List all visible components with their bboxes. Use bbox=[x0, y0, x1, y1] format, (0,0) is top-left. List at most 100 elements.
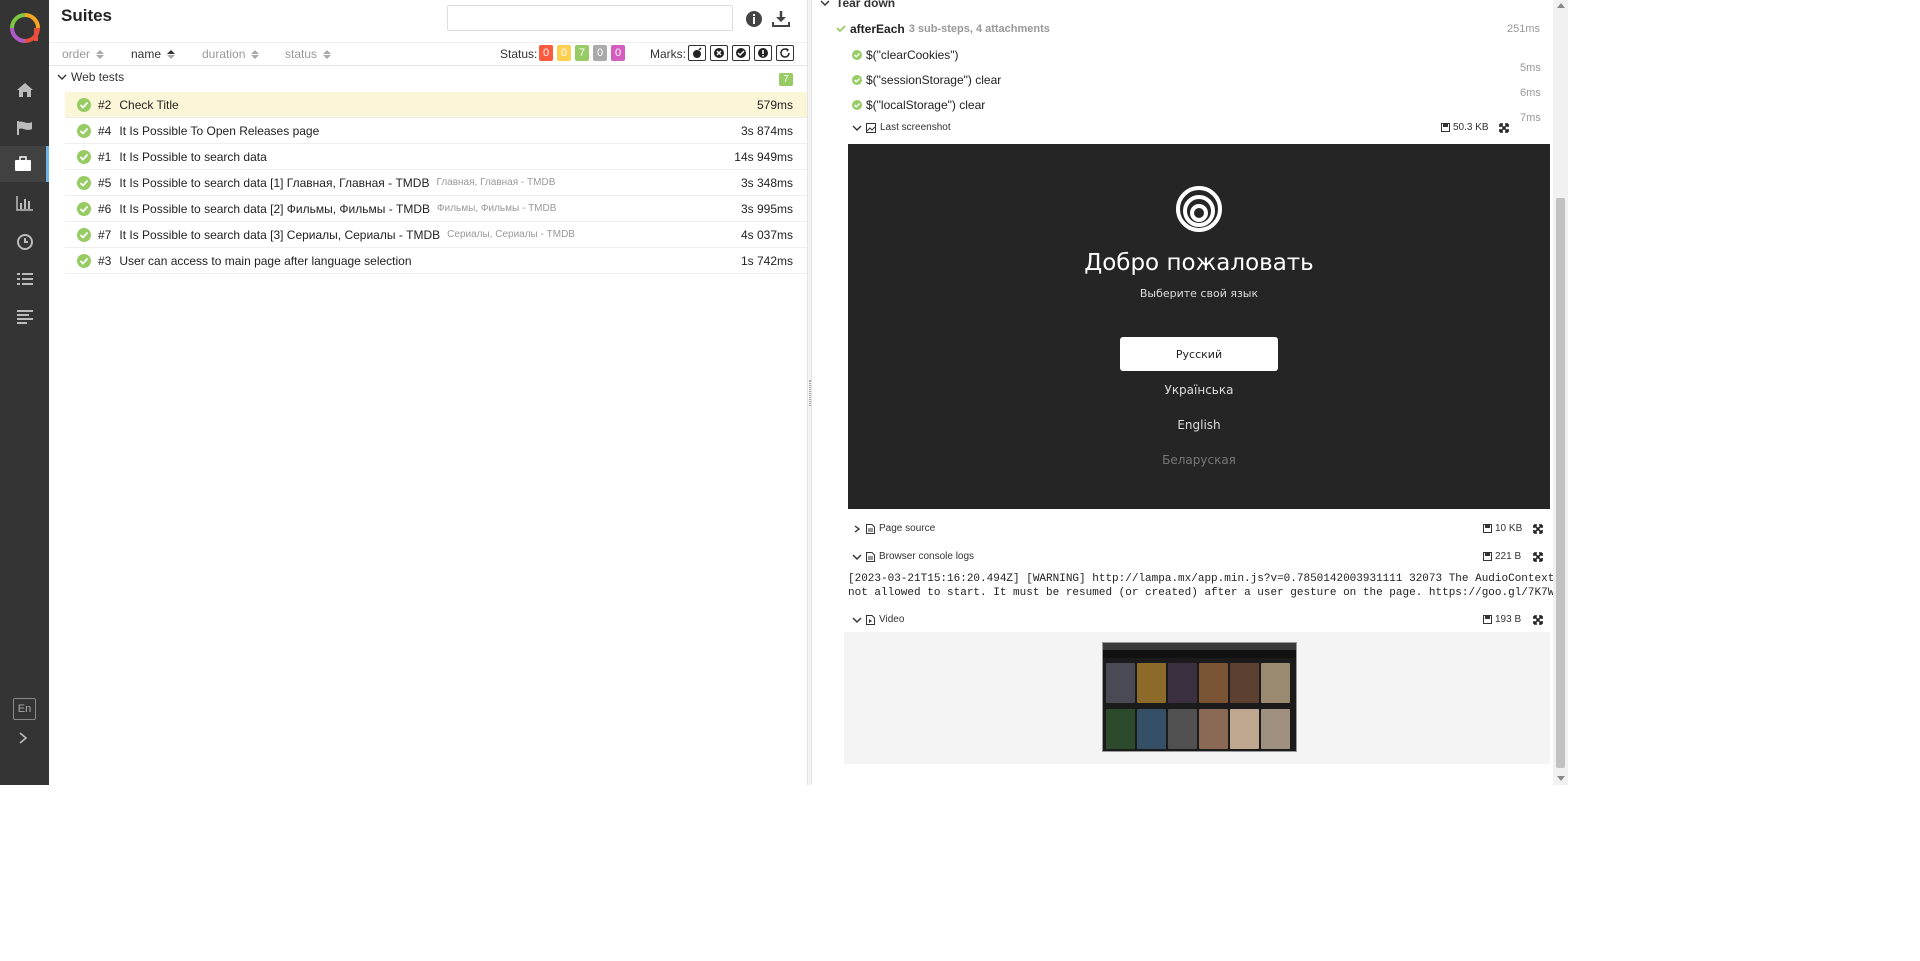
aftereach-step[interactable]: afterEach 3 sub-steps, 4 attachments bbox=[836, 22, 1050, 36]
video-frame-poster bbox=[1230, 709, 1259, 749]
attachment-video-header[interactable]: Video bbox=[852, 614, 904, 625]
test-case-number: #1 bbox=[98, 149, 112, 164]
teardown-section-header[interactable]: Tear down bbox=[820, 0, 895, 10]
test-case-duration: 3s 874ms bbox=[740, 123, 793, 138]
attachment-size: 221 B bbox=[1483, 551, 1521, 562]
teardown-label: Tear down bbox=[836, 0, 896, 10]
allure-logo[interactable] bbox=[10, 13, 40, 43]
test-case-number: #6 bbox=[98, 201, 112, 216]
test-case-row[interactable]: #1 It Is Possible to search data 14s 949ms bbox=[65, 144, 807, 170]
file-icon bbox=[866, 523, 875, 534]
test-case-name: It Is Possible to search data [3] Сериал… bbox=[119, 227, 441, 242]
attachment-size-value: 10 KB bbox=[1495, 523, 1523, 534]
new-failed-icon bbox=[714, 48, 724, 58]
mark-new-broken-toggle[interactable] bbox=[754, 45, 772, 61]
sort-status[interactable]: status bbox=[285, 47, 332, 61]
video-frame-poster bbox=[1261, 663, 1290, 703]
attachment-name: Browser console logs bbox=[879, 551, 975, 562]
console-log-content: [2023-03-21T15:16:20.494Z] [WARNING] htt… bbox=[848, 572, 1553, 600]
nav-graphs[interactable] bbox=[0, 185, 49, 221]
mark-flaky-toggle[interactable] bbox=[688, 45, 706, 61]
suite-group-count: 7 bbox=[779, 73, 793, 86]
test-case-parameters: Фильмы, Фильмы - TMDB bbox=[437, 203, 557, 214]
bar-chart-icon bbox=[15, 196, 33, 211]
save-icon bbox=[1483, 524, 1492, 533]
fullscreen-icon[interactable] bbox=[1533, 615, 1543, 625]
scroll-up-arrow[interactable] bbox=[1557, 3, 1565, 8]
clock-icon bbox=[16, 234, 33, 250]
step-session-storage[interactable]: $("sessionStorage") clear bbox=[852, 73, 1001, 87]
scrollbar-thumb[interactable] bbox=[1556, 198, 1565, 768]
info-icon[interactable] bbox=[745, 10, 763, 28]
video-frame-app-header bbox=[1103, 650, 1296, 658]
expand-sidebar-button[interactable] bbox=[13, 728, 33, 748]
attachment-name: Last screenshot bbox=[880, 122, 951, 133]
test-case-row[interactable]: #3 User can access to main page after lan… bbox=[65, 248, 807, 274]
nav-packages[interactable] bbox=[0, 298, 49, 334]
nav-categories[interactable] bbox=[0, 110, 49, 146]
new-passed-icon bbox=[736, 48, 746, 58]
test-case-name: It Is Possible to search data [1] Главна… bbox=[119, 175, 430, 190]
splitter-grip[interactable] bbox=[809, 380, 811, 406]
video-frame-poster bbox=[1199, 709, 1228, 749]
step-clear-cookies[interactable]: $("clearCookies") bbox=[852, 48, 959, 62]
sort-duration[interactable]: duration bbox=[202, 47, 260, 61]
status-skipped-toggle[interactable]: 0 bbox=[593, 45, 607, 61]
sort-order[interactable]: order bbox=[62, 47, 105, 61]
screenshot-language-option: Українська bbox=[1164, 383, 1234, 397]
test-case-duration: 4s 037ms bbox=[740, 227, 793, 242]
search-input[interactable] bbox=[447, 5, 733, 31]
attachment-size: 50.3 KB bbox=[1441, 122, 1489, 133]
mark-new-failed-toggle[interactable] bbox=[710, 45, 728, 61]
attachment-size-value: 193 B bbox=[1495, 614, 1522, 625]
status-unknown-toggle[interactable]: 0 bbox=[611, 45, 625, 61]
test-case-number: #3 bbox=[98, 253, 112, 268]
test-case-row[interactable]: #4 It Is Possible To Open Releases page 3s… bbox=[65, 118, 807, 144]
nav-behaviors[interactable] bbox=[0, 261, 49, 297]
fullscreen-icon[interactable] bbox=[1533, 552, 1543, 562]
sort-arrows-icon bbox=[323, 49, 332, 59]
screenshot-preview: Добро пожаловать Выберите свой язык Русс… bbox=[848, 144, 1550, 509]
test-case-row[interactable]: #5 It Is Possible to search data [1] Глав… bbox=[65, 170, 807, 196]
nav-overview[interactable] bbox=[0, 72, 49, 108]
attachment-console-header[interactable]: Browser console logs bbox=[852, 551, 974, 562]
fullscreen-icon[interactable] bbox=[1533, 524, 1543, 534]
test-case-row[interactable]: #6 It Is Possible to search data [2] Филь… bbox=[65, 196, 807, 222]
sort-name[interactable]: name bbox=[131, 47, 176, 61]
status-failed-toggle[interactable]: 0 bbox=[539, 45, 553, 61]
passed-status-icon bbox=[852, 100, 862, 110]
mark-new-passed-toggle[interactable] bbox=[732, 45, 750, 61]
video-frame-poster bbox=[1137, 663, 1166, 703]
console-log-line: not allowed to start. It must be resumed… bbox=[848, 587, 1553, 599]
video-player[interactable] bbox=[1102, 642, 1297, 752]
chevron-down-icon bbox=[852, 617, 862, 623]
test-case-number: #2 bbox=[98, 97, 112, 112]
detail-scrollbar[interactable] bbox=[1553, 0, 1568, 785]
test-case-row[interactable]: #7 It Is Possible to search data [3] Сери… bbox=[65, 222, 807, 248]
sort-arrows-icon bbox=[167, 49, 176, 59]
sort-order-label: order bbox=[62, 47, 91, 61]
home-icon bbox=[16, 83, 33, 97]
nav-suites[interactable] bbox=[0, 146, 49, 182]
language-switch[interactable]: En bbox=[13, 698, 36, 720]
download-icon[interactable] bbox=[771, 9, 791, 29]
fullscreen-icon[interactable] bbox=[1499, 123, 1509, 133]
status-passed-toggle[interactable]: 7 bbox=[575, 45, 589, 61]
nav-timeline[interactable] bbox=[0, 224, 49, 260]
status-broken-toggle[interactable]: 0 bbox=[557, 45, 571, 61]
attachment-page-source-header[interactable]: Page source bbox=[852, 523, 935, 534]
sidebar-nav: En bbox=[0, 0, 49, 785]
video-preview-area bbox=[844, 632, 1550, 764]
mark-retries-toggle[interactable] bbox=[776, 45, 794, 61]
screenshot-language-option: Беларуская bbox=[1162, 453, 1236, 467]
step-local-storage[interactable]: $("localStorage") clear bbox=[852, 98, 985, 112]
test-case-row[interactable]: #2 Check Title 579ms bbox=[65, 92, 807, 118]
suite-group[interactable]: Web tests bbox=[57, 70, 124, 84]
suites-pane: Suites order name duration status Status… bbox=[49, 0, 807, 785]
passed-status-icon bbox=[77, 175, 91, 190]
suite-group-name: Web tests bbox=[71, 70, 125, 84]
sort-arrows-icon bbox=[96, 49, 105, 59]
scroll-down-arrow[interactable] bbox=[1557, 776, 1565, 781]
attachment-screenshot-header[interactable]: Last screenshot bbox=[852, 122, 951, 133]
video-frame-poster bbox=[1230, 663, 1259, 703]
